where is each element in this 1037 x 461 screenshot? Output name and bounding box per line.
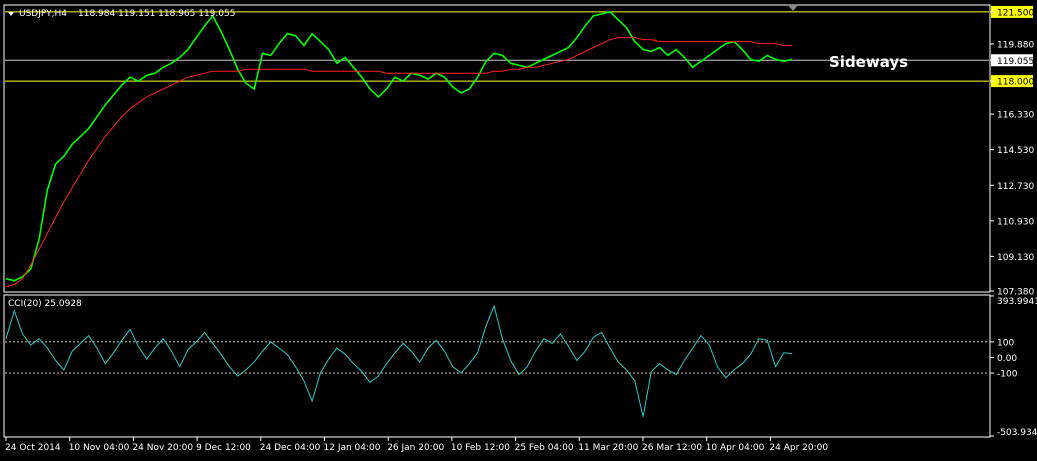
x-tick-label-9: 11 Mar 20:00 [578, 443, 638, 453]
x-tick-label-6: 26 Jan 20:00 [387, 443, 444, 453]
chart-canvas: 121.500 119.880 119.055 118.000 116.330 114.5… [0, 0, 1037, 457]
x-tick-label-2: 24 Nov 20:00 [132, 443, 193, 453]
price-tick-label-5: 114.530 [997, 146, 1034, 156]
x-tick-label-7: 10 Feb 12:00 [451, 443, 510, 453]
x-tick-label-10: 26 Mar 12:00 [642, 443, 702, 453]
price-tick-label-4: 116.330 [997, 111, 1034, 121]
cci-tick-label-4: -503.9344 [997, 428, 1037, 438]
price-tick-label-3: 118.000 [997, 78, 1034, 88]
x-tick-label-12: 24 Apr 20:00 [769, 443, 828, 453]
x-tick-label-3: 9 Dec 12:00 [196, 443, 251, 453]
quote-values-label: 118.984 119.151 118.965 119.055 [78, 9, 235, 19]
cci-tick-label-2: 0.00 [997, 354, 1017, 364]
x-tick-label-1: 10 Nov 04:00 [69, 443, 130, 453]
x-tick-label-0: 24 Oct 2014 [5, 443, 61, 453]
price-tick-label-0: 121.500 [997, 8, 1034, 18]
price-tick-label-7: 110.930 [997, 217, 1034, 227]
cci-tick-label-3: -100 [997, 370, 1018, 380]
chart-window: 121.500 119.880 119.055 118.000 116.330 114.5… [0, 0, 1037, 457]
x-tick-label-4: 24 Dec 04:00 [260, 443, 321, 453]
x-tick-label-11: 10 Apr 04:00 [706, 443, 765, 453]
price-tick-label-1: 119.880 [997, 40, 1034, 50]
cci-tick-label-0: 393.9941 [997, 297, 1037, 307]
x-tick-label-8: 25 Feb 04:00 [515, 443, 574, 453]
cci-indicator-label: CCI(20) 25.0928 [8, 299, 82, 309]
price-tick-label-9: 107.380 [997, 288, 1034, 298]
symbol-label: USDJPY,H4 [19, 9, 67, 19]
price-tick-label-6: 112.730 [997, 182, 1034, 192]
price-tick-label-2: 119.055 [997, 57, 1034, 67]
x-tick-label-5: 12 Jan 04:00 [324, 443, 381, 453]
price-tick-label-8: 109.130 [997, 253, 1034, 263]
cci-tick-label-1: 100 [997, 338, 1014, 348]
sideways-annotation: Sideways [829, 53, 908, 71]
